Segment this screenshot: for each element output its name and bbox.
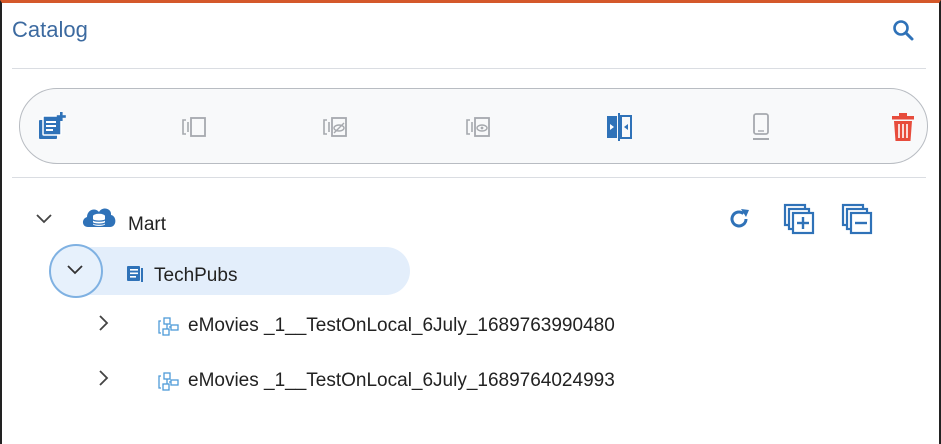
tree-node-label: TechPubs bbox=[154, 265, 238, 286]
panel-title: Catalog bbox=[12, 17, 88, 42]
tree-node-mart[interactable]: Mart bbox=[80, 203, 200, 237]
model-icon bbox=[158, 317, 179, 336]
add-catalog-button[interactable] bbox=[34, 109, 70, 145]
techpubs-expand-toggle[interactable] bbox=[49, 244, 103, 298]
mart-expand-toggle[interactable] bbox=[32, 207, 56, 231]
mobile-device-icon bbox=[753, 113, 769, 140]
model-icon bbox=[158, 372, 179, 391]
hidden-column-icon bbox=[323, 117, 347, 137]
catalog-panel: Catalog Mart TechPubs eMovies _1__TestOn… bbox=[0, 0, 941, 444]
chevron-right-icon bbox=[99, 370, 109, 386]
collapse-all-icon bbox=[841, 203, 873, 235]
divider bbox=[12, 177, 926, 178]
refresh-icon bbox=[730, 209, 749, 228]
tree-node-label: eMovies _1__TestOnLocal_6July_1689763990… bbox=[188, 315, 615, 336]
chevron-down-icon bbox=[36, 214, 52, 224]
search-button[interactable] bbox=[888, 15, 918, 45]
column-button[interactable] bbox=[176, 109, 212, 145]
expand-all-icon bbox=[783, 203, 815, 235]
expand-all-button[interactable] bbox=[782, 202, 816, 236]
delete-button[interactable] bbox=[885, 109, 921, 145]
column-icon bbox=[182, 117, 206, 137]
tree-node-label: Mart bbox=[128, 214, 166, 235]
divider bbox=[12, 68, 926, 69]
tree-node-label: eMovies _1__TestOnLocal_6July_1689764024… bbox=[188, 370, 615, 391]
hidden-column-button[interactable] bbox=[317, 109, 353, 145]
collapse-all-button[interactable] bbox=[840, 202, 874, 236]
add-catalog-icon bbox=[39, 112, 66, 139]
model-2-expand-toggle[interactable] bbox=[92, 366, 116, 390]
cloud-database-icon bbox=[82, 208, 116, 227]
view-column-icon bbox=[466, 117, 490, 137]
chevron-down-icon bbox=[67, 265, 83, 275]
tree-node-model[interactable]: eMovies _1__TestOnLocal_6July_1689764024… bbox=[158, 366, 718, 396]
tree-node-model[interactable]: eMovies _1__TestOnLocal_6July_1689763990… bbox=[158, 311, 718, 341]
refresh-button[interactable] bbox=[722, 202, 756, 236]
view-column-button[interactable] bbox=[460, 109, 496, 145]
trash-icon bbox=[892, 113, 914, 141]
library-icon bbox=[127, 266, 143, 282]
search-icon bbox=[893, 20, 914, 41]
chevron-right-icon bbox=[99, 315, 109, 331]
split-compare-button[interactable] bbox=[601, 109, 637, 145]
split-compare-icon bbox=[607, 113, 632, 141]
mobile-device-button[interactable] bbox=[743, 109, 779, 145]
catalog-toolbar bbox=[19, 88, 928, 164]
model-1-expand-toggle[interactable] bbox=[92, 311, 116, 335]
